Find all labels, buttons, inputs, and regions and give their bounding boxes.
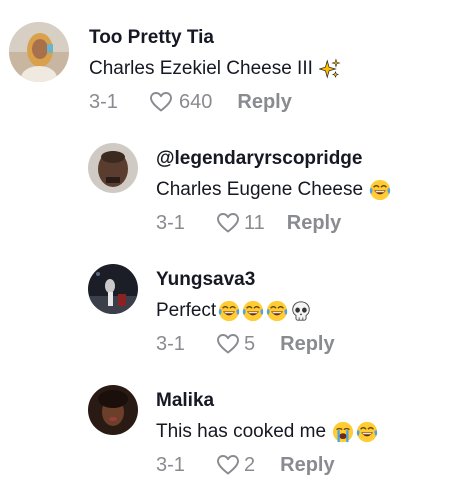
comment-meta: 3-1 2 Reply xyxy=(156,453,378,477)
reply-button[interactable]: Reply xyxy=(237,91,291,114)
like-button[interactable]: 2 xyxy=(216,453,255,477)
comment-date: 3-1 xyxy=(156,453,185,476)
avatar[interactable] xyxy=(88,264,138,314)
tears-of-joy-emoji xyxy=(242,300,264,322)
sparkles-emoji xyxy=(319,58,341,80)
avatar[interactable] xyxy=(88,385,138,435)
avatar[interactable] xyxy=(88,143,138,193)
comment-text-content: Perfect xyxy=(156,300,217,321)
like-button[interactable]: 5 xyxy=(216,332,255,356)
comment-meta: 3-1 640 Reply xyxy=(89,90,341,114)
comment-date: 3-1 xyxy=(156,332,185,355)
username[interactable]: Yungsava3 xyxy=(156,269,335,291)
tears-of-joy-emoji xyxy=(218,300,240,322)
reply-button[interactable]: Reply xyxy=(280,454,334,477)
reply-button[interactable]: Reply xyxy=(287,212,341,235)
tears-of-joy-emoji xyxy=(266,300,288,322)
like-count: 5 xyxy=(244,332,256,355)
comment-text-content: Charles Ezekiel Cheese III xyxy=(89,58,313,79)
heart-icon[interactable] xyxy=(216,332,240,356)
loudly-crying-emoji xyxy=(332,421,354,443)
username[interactable]: @legendaryrscopridge xyxy=(156,148,391,170)
heart-icon[interactable] xyxy=(149,90,173,114)
comment-text: Charles Ezekiel Cheese III xyxy=(89,58,341,80)
comment-meta: 3-1 11 Reply xyxy=(156,211,391,235)
heart-icon[interactable] xyxy=(216,211,240,235)
like-count: 11 xyxy=(244,211,265,234)
comment-meta: 3-1 5 Reply xyxy=(156,332,335,356)
heart-icon[interactable] xyxy=(216,453,240,477)
comment-text: Charles Eugene Cheese xyxy=(156,179,391,201)
comment-text: This has cooked me xyxy=(156,421,378,443)
skull-emoji xyxy=(290,300,312,322)
comment-date: 3-1 xyxy=(89,90,118,113)
like-count: 2 xyxy=(244,453,256,476)
like-button[interactable]: 11 xyxy=(216,211,265,235)
like-count: 640 xyxy=(179,90,213,113)
comment-text-content: This has cooked me xyxy=(156,421,327,442)
comment-date: 3-1 xyxy=(156,211,185,234)
username[interactable]: Malika xyxy=(156,390,378,412)
tears-of-joy-emoji xyxy=(369,179,391,201)
comment-text-content: Charles Eugene Cheese xyxy=(156,179,364,200)
username[interactable]: Too Pretty Tia xyxy=(89,27,341,49)
avatar[interactable] xyxy=(9,22,69,82)
tears-of-joy-emoji xyxy=(356,421,378,443)
comment-text: Perfect xyxy=(156,300,335,322)
like-button[interactable]: 640 xyxy=(149,90,212,114)
reply-button[interactable]: Reply xyxy=(280,333,334,356)
